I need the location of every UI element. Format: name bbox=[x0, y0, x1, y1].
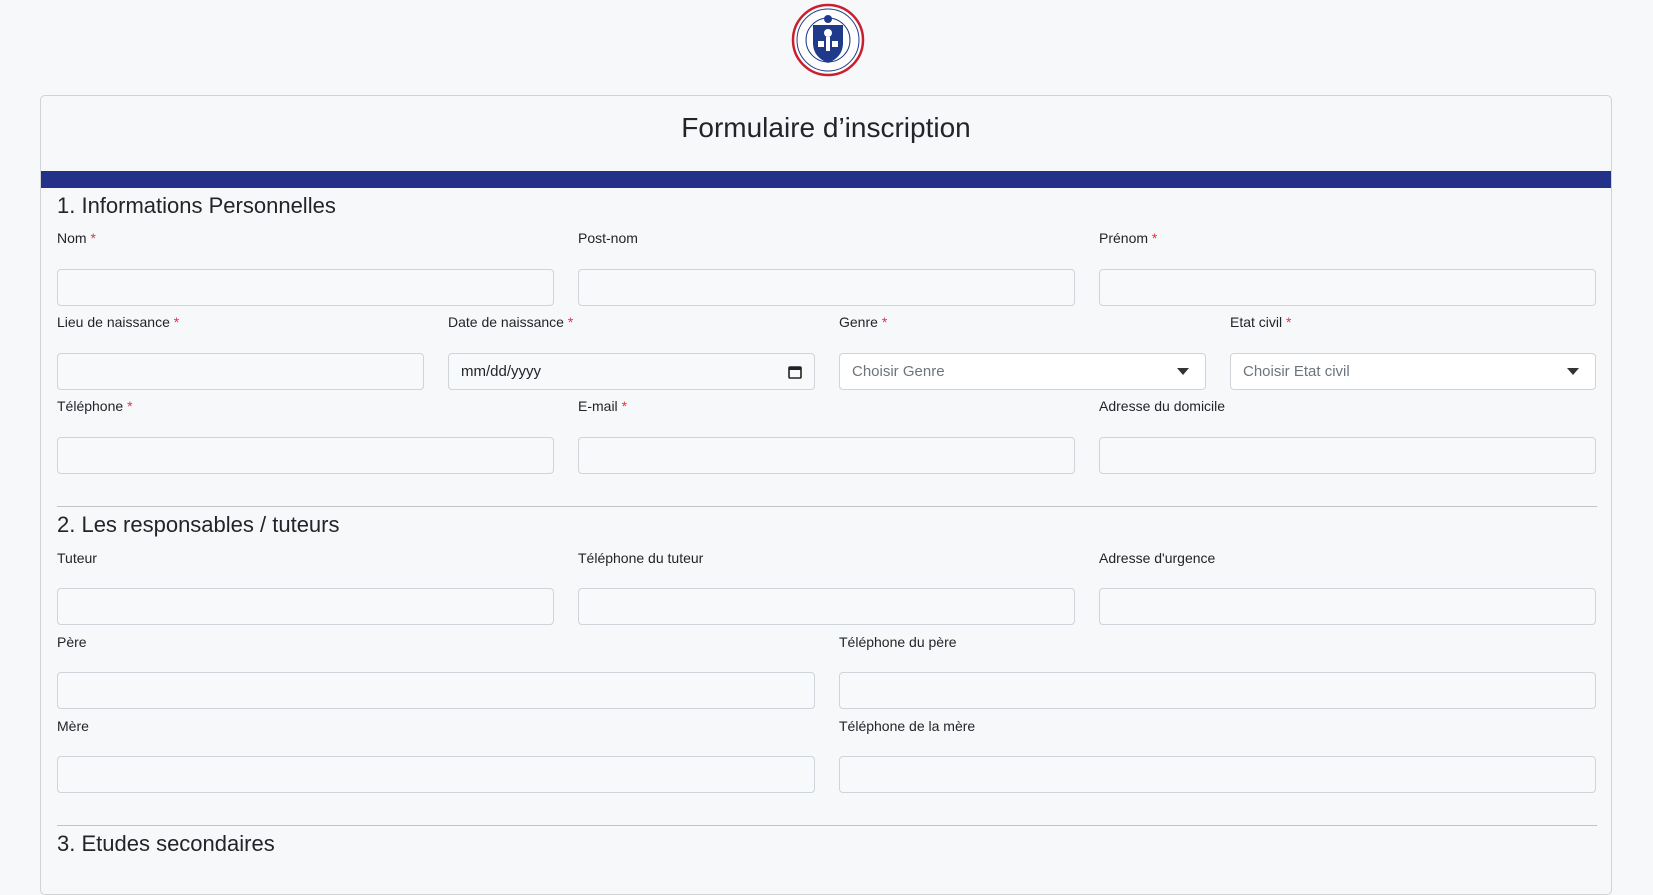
title-band bbox=[41, 171, 1611, 188]
email-input[interactable] bbox=[578, 437, 1075, 474]
section-personal-info-title: 1. Informations Personnelles bbox=[57, 193, 336, 218]
email-label: E-mail * bbox=[578, 398, 628, 414]
prenom-label: Prénom * bbox=[1099, 230, 1158, 246]
registration-form-card: Formulaire d’inscription 1. Informations… bbox=[40, 95, 1612, 895]
chevron-down-icon bbox=[1567, 368, 1579, 375]
genre-label: Genre * bbox=[839, 314, 888, 330]
section-guardians-title: 2. Les responsables / tuteurs bbox=[57, 512, 340, 537]
chevron-down-icon bbox=[1177, 368, 1189, 375]
adresse-input[interactable] bbox=[1099, 437, 1596, 474]
date-placeholder: mm/dd/yyyy bbox=[461, 363, 542, 380]
etat-civil-select[interactable]: Choisir Etat civil bbox=[1230, 353, 1596, 390]
tel-tuteur-input[interactable] bbox=[578, 588, 1075, 625]
tel-pere-input[interactable] bbox=[839, 672, 1596, 709]
section-secondary-studies-title: 3. Etudes secondaires bbox=[57, 831, 275, 856]
etat-civil-placeholder: Choisir Etat civil bbox=[1243, 363, 1350, 380]
tuteur-label: Tuteur bbox=[57, 550, 97, 566]
adresse-urgence-label: Adresse d'urgence bbox=[1099, 550, 1216, 566]
nom-input[interactable] bbox=[57, 269, 554, 306]
lieu-naissance-input[interactable] bbox=[57, 353, 424, 390]
date-naissance-label: Date de naissance * bbox=[448, 314, 574, 330]
tel-tuteur-label: Téléphone du tuteur bbox=[578, 550, 704, 566]
tel-pere-label: Téléphone du père bbox=[839, 634, 957, 650]
postnom-input[interactable] bbox=[578, 269, 1075, 306]
postnom-label: Post-nom bbox=[578, 230, 638, 246]
tel-mere-label: Téléphone de la mère bbox=[839, 718, 976, 734]
tel-mere-input[interactable] bbox=[839, 756, 1596, 793]
telephone-input[interactable] bbox=[57, 437, 554, 474]
telephone-label: Téléphone * bbox=[57, 398, 133, 414]
genre-select[interactable]: Choisir Genre bbox=[839, 353, 1206, 390]
calendar-icon[interactable] bbox=[788, 365, 802, 379]
pere-label: Père bbox=[57, 634, 87, 650]
date-naissance-input[interactable]: mm/dd/yyyy bbox=[448, 353, 815, 390]
nom-label: Nom * bbox=[57, 230, 96, 246]
section-divider bbox=[57, 825, 1597, 826]
university-logo bbox=[791, 3, 865, 77]
adresse-urgence-input[interactable] bbox=[1099, 588, 1596, 625]
adresse-label: Adresse du domicile bbox=[1099, 398, 1226, 414]
genre-placeholder: Choisir Genre bbox=[852, 363, 945, 380]
tuteur-input[interactable] bbox=[57, 588, 554, 625]
mere-input[interactable] bbox=[57, 756, 815, 793]
pere-input[interactable] bbox=[57, 672, 815, 709]
etat-civil-label: Etat civil * bbox=[1230, 314, 1292, 330]
section-divider bbox=[57, 506, 1597, 507]
mere-label: Mère bbox=[57, 718, 89, 734]
prenom-input[interactable] bbox=[1099, 269, 1596, 306]
lieu-naissance-label: Lieu de naissance * bbox=[57, 314, 180, 330]
form-title: Formulaire d’inscription bbox=[681, 112, 971, 143]
